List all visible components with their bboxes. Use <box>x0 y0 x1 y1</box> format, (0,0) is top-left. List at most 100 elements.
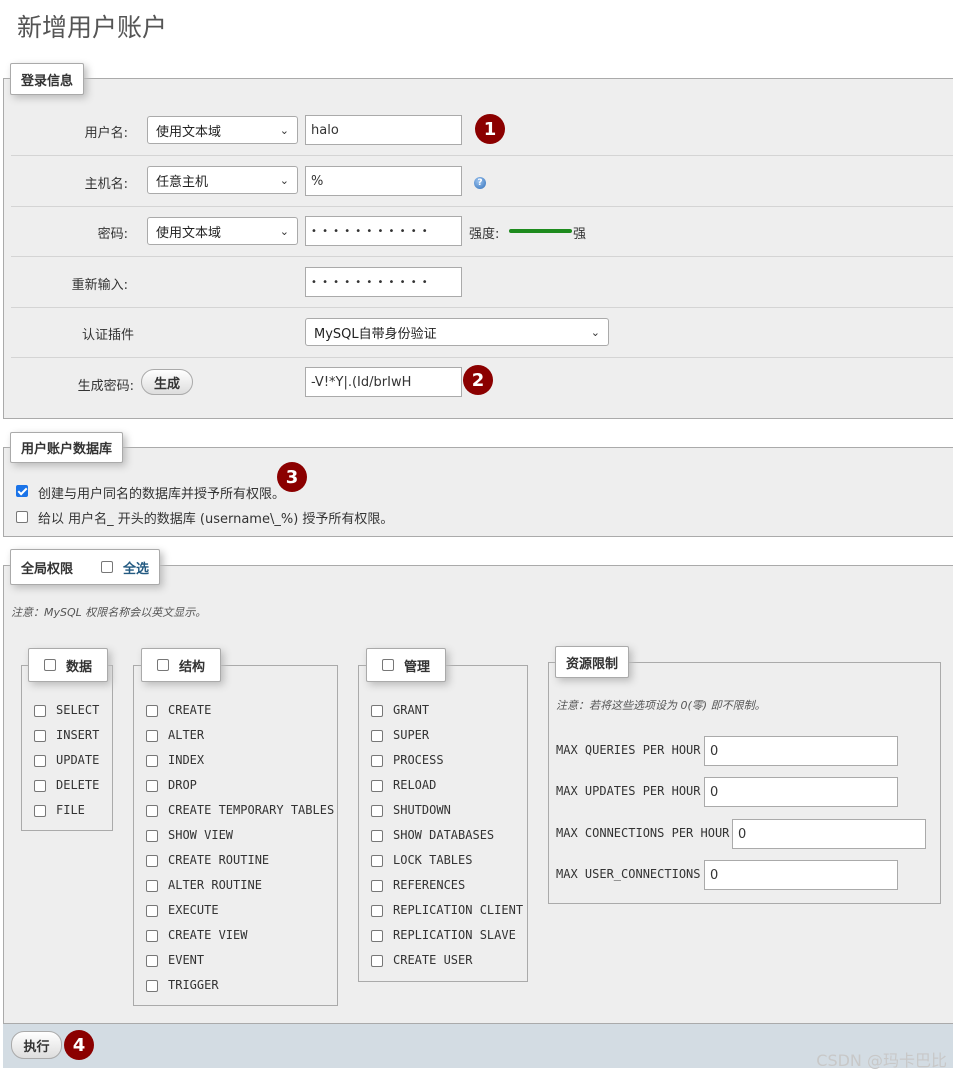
resource-note: 注意：若将这些选项设为 0(零) 即不限制。 <box>556 699 766 712</box>
resource-input-value: 0 <box>710 867 719 883</box>
data-all-checkbox[interactable] <box>44 659 56 671</box>
select-all-checkbox[interactable] <box>101 561 114 573</box>
generate-label: 生成密码: <box>77 379 134 394</box>
privilege-checkbox[interactable] <box>34 755 46 767</box>
password-input[interactable]: • • • • • • • • • • • <box>305 216 462 246</box>
privilege-checkbox[interactable] <box>371 705 383 717</box>
generate-button[interactable]: 生成 <box>141 369 193 395</box>
privilege-checkbox[interactable] <box>34 805 46 817</box>
privilege-label[interactable]: DROP <box>168 778 197 792</box>
privilege-checkbox[interactable] <box>34 705 46 717</box>
privilege-label[interactable]: CREATE ROUTINE <box>168 853 269 867</box>
username-mode-select[interactable]: 使用文本域 ⌄ <box>147 116 298 144</box>
username-input[interactable]: halo <box>305 115 462 145</box>
privilege-checkbox[interactable] <box>371 905 383 917</box>
reenter-input[interactable]: • • • • • • • • • • • <box>305 267 462 297</box>
resource-label: MAX QUERIES PER HOUR <box>556 743 701 757</box>
resource-input[interactable]: 0 <box>704 777 898 807</box>
privilege-label[interactable]: CREATE VIEW <box>168 928 247 942</box>
privilege-checkbox[interactable] <box>146 955 158 967</box>
privilege-label[interactable]: PROCESS <box>393 753 444 767</box>
privilege-label[interactable]: LOCK TABLES <box>393 853 472 867</box>
grant-prefix-checkbox[interactable] <box>16 511 28 523</box>
resource-input[interactable]: 0 <box>704 860 898 890</box>
privilege-checkbox[interactable] <box>371 730 383 742</box>
privilege-label[interactable]: REPLICATION SLAVE <box>393 928 516 942</box>
privilege-label[interactable]: CREATE <box>168 703 211 717</box>
global-privileges-legend: 全局权限 全选 <box>10 549 161 585</box>
structure-all-checkbox[interactable] <box>157 659 169 671</box>
create-db-label[interactable]: 创建与用户同名的数据库并授予所有权限。 <box>38 483 285 502</box>
privilege-checkbox[interactable] <box>146 805 158 817</box>
privilege-label[interactable]: SHOW DATABASES <box>393 828 494 842</box>
hostname-input[interactable]: % <box>305 166 462 196</box>
privilege-label[interactable]: CREATE USER <box>393 953 472 967</box>
privilege-checkbox[interactable] <box>371 930 383 942</box>
privilege-label[interactable]: INSERT <box>56 728 99 742</box>
privilege-checkbox[interactable] <box>146 780 158 792</box>
marker-3: 3 <box>277 462 307 492</box>
privilege-label[interactable]: GRANT <box>393 703 429 717</box>
privilege-checkbox[interactable] <box>371 780 383 792</box>
privilege-label[interactable]: RELOAD <box>393 778 436 792</box>
privilege-label[interactable]: FILE <box>56 803 85 817</box>
resource-input-value: 0 <box>738 826 747 842</box>
privilege-checkbox[interactable] <box>146 705 158 717</box>
login-info-legend-text: 登录信息 <box>21 73 74 89</box>
privilege-checkbox[interactable] <box>146 830 158 842</box>
privilege-checkbox[interactable] <box>146 905 158 917</box>
admin-legend-text: 管理 <box>404 659 431 675</box>
grant-prefix-label[interactable]: 给以 用户名_ 开头的数据库 (username\_%) 授予所有权限。 <box>38 508 393 527</box>
privilege-label[interactable]: REFERENCES <box>393 878 465 892</box>
privilege-label[interactable]: TRIGGER <box>168 978 219 992</box>
privilege-checkbox[interactable] <box>146 755 158 767</box>
resource-label: MAX UPDATES PER HOUR <box>556 784 701 798</box>
privilege-label[interactable]: SHUTDOWN <box>393 803 451 817</box>
privilege-checkbox[interactable] <box>371 855 383 867</box>
chevron-down-icon: ⌄ <box>279 123 289 137</box>
help-icon[interactable]: ? <box>474 177 486 189</box>
password-mode-select[interactable]: 使用文本域 ⌄ <box>147 217 298 245</box>
privilege-label[interactable]: ALTER ROUTINE <box>168 878 262 892</box>
privilege-checkbox[interactable] <box>371 955 383 967</box>
execute-button[interactable]: 执行 <box>11 1031 62 1059</box>
username-input-value: halo <box>311 122 339 138</box>
privilege-label[interactable]: ALTER <box>168 728 204 742</box>
privilege-label[interactable]: REPLICATION CLIENT <box>393 903 523 917</box>
resource-input[interactable]: 0 <box>704 736 898 766</box>
select-all-label[interactable]: 全选 <box>123 558 149 577</box>
privilege-label[interactable]: CREATE TEMPORARY TABLES <box>168 803 334 817</box>
hostname-mode-select[interactable]: 任意主机 ⌄ <box>147 166 298 194</box>
privilege-checkbox[interactable] <box>146 930 158 942</box>
privilege-checkbox[interactable] <box>371 880 383 892</box>
generate-button-label: 生成 <box>153 376 180 392</box>
privilege-label[interactable]: SHOW VIEW <box>168 828 233 842</box>
privilege-checkbox[interactable] <box>146 880 158 892</box>
create-db-checkbox[interactable] <box>16 485 28 497</box>
admin-all-checkbox[interactable] <box>382 659 394 671</box>
privilege-label[interactable]: DELETE <box>56 778 99 792</box>
privilege-checkbox[interactable] <box>146 730 158 742</box>
privilege-label[interactable]: EXECUTE <box>168 903 219 917</box>
privilege-label[interactable]: INDEX <box>168 753 204 767</box>
privilege-label[interactable]: UPDATE <box>56 753 99 767</box>
privilege-checkbox[interactable] <box>146 980 158 992</box>
chevron-down-icon: ⌄ <box>590 325 600 339</box>
privilege-checkbox[interactable] <box>371 830 383 842</box>
privilege-label[interactable]: SUPER <box>393 728 429 742</box>
privilege-checkbox[interactable] <box>34 780 46 792</box>
privilege-label[interactable]: EVENT <box>168 953 204 967</box>
privilege-label[interactable]: SELECT <box>56 703 99 717</box>
resource-input[interactable]: 0 <box>732 819 926 849</box>
auth-plugin-select[interactable]: MySQL自带身份验证 ⌄ <box>305 318 609 346</box>
hostname-input-value: % <box>311 173 324 189</box>
resource-label: MAX CONNECTIONS PER HOUR <box>556 826 730 840</box>
privilege-checkbox[interactable] <box>146 855 158 867</box>
privilege-checkbox[interactable] <box>371 805 383 817</box>
user-db-legend: 用户账户数据库 <box>10 432 124 463</box>
privilege-checkbox[interactable] <box>34 730 46 742</box>
user-db-legend-text: 用户账户数据库 <box>21 442 113 457</box>
generated-password-input[interactable]: -V!*Y|.(Id/brIwH <box>305 367 462 397</box>
reenter-label: 重新输入: <box>71 278 128 293</box>
privilege-checkbox[interactable] <box>371 755 383 767</box>
